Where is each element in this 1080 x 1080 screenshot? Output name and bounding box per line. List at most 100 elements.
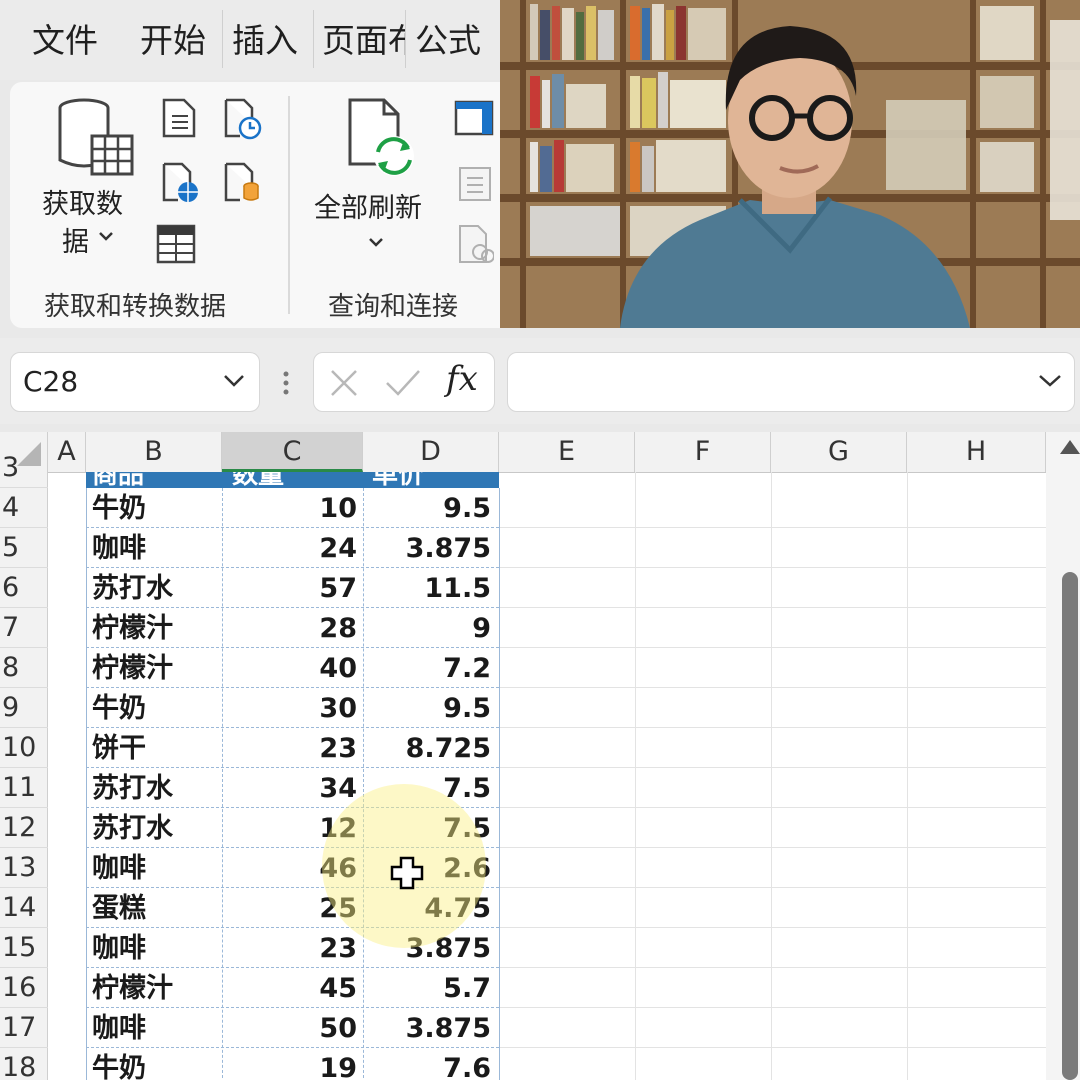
cell-product[interactable]: 牛奶 — [86, 1048, 222, 1080]
row-header[interactable]: 8 — [0, 648, 48, 688]
cell-product[interactable]: 柠檬汁 — [86, 608, 222, 648]
row-header[interactable]: 6 — [0, 568, 48, 608]
formula-input[interactable] — [507, 352, 1075, 412]
queries-connections-pane-icon[interactable] — [454, 100, 494, 142]
cell-qty[interactable]: 50 — [222, 1008, 363, 1048]
row-header[interactable]: 13 — [0, 848, 48, 888]
row-header[interactable]: 3 — [0, 448, 48, 488]
cell-product[interactable]: 苏打水 — [86, 808, 222, 848]
cell-price[interactable]: 5.7 — [363, 968, 499, 1008]
cell-product[interactable]: 牛奶 — [86, 688, 222, 728]
tab-file[interactable]: 文件 — [32, 14, 98, 62]
tab-page-layout[interactable]: 页面布 — [322, 14, 406, 62]
vertical-scrollbar[interactable] — [1046, 432, 1080, 1080]
formula-bar: C28 fx — [0, 338, 1080, 424]
tab-home[interactable]: 开始 — [140, 14, 206, 62]
cell-product[interactable]: 饼干 — [86, 728, 222, 768]
cell-product[interactable]: 咖啡 — [86, 928, 222, 968]
cell-qty[interactable]: 19 — [222, 1048, 363, 1080]
column-header-h[interactable]: H — [907, 432, 1046, 472]
gridline — [771, 472, 772, 1080]
name-box[interactable]: C28 — [10, 352, 260, 412]
cell-price[interactable]: 3.875 — [363, 528, 499, 568]
cell-price[interactable]: 9 — [363, 608, 499, 648]
cell-qty[interactable]: 57 — [222, 568, 363, 608]
cell-product[interactable]: 牛奶 — [86, 488, 222, 528]
cell-price[interactable]: 11.5 — [363, 568, 499, 608]
row-header[interactable]: 17 — [0, 1008, 48, 1048]
gridline — [907, 472, 908, 1080]
table-header-product: 商品 — [92, 472, 145, 488]
chevron-down-icon[interactable] — [368, 234, 384, 253]
cell-product[interactable]: 蛋糕 — [86, 888, 222, 928]
refresh-all-icon[interactable] — [344, 98, 424, 184]
row-header[interactable]: 11 — [0, 768, 48, 808]
from-web-icon[interactable] — [160, 162, 200, 208]
name-box-value: C28 — [23, 365, 79, 398]
expand-formula-chevron-icon[interactable] — [1036, 367, 1064, 393]
cell-qty[interactable]: 28 — [222, 608, 363, 648]
cell-product[interactable]: 柠檬汁 — [86, 968, 222, 1008]
cell-qty[interactable]: 40 — [222, 648, 363, 688]
resize-handle-icon[interactable] — [282, 370, 290, 396]
row-header[interactable]: 14 — [0, 888, 48, 928]
row-header[interactable]: 7 — [0, 608, 48, 648]
row-header[interactable]: 12 — [0, 808, 48, 848]
row-header[interactable]: 5 — [0, 528, 48, 568]
formula-action-box: fx — [313, 352, 495, 412]
refresh-all-label[interactable]: 全部刷新 — [314, 186, 422, 225]
cell-product[interactable]: 咖啡 — [86, 848, 222, 888]
chevron-down-icon[interactable] — [221, 367, 247, 393]
from-table-range-icon[interactable] — [156, 224, 196, 268]
cancel-x-icon[interactable] — [328, 367, 360, 399]
cell-qty[interactable]: 23 — [222, 928, 363, 968]
get-data-label-1[interactable]: 获取数 — [42, 182, 123, 221]
row-header[interactable]: 16 — [0, 968, 48, 1008]
row-header[interactable]: 10 — [0, 728, 48, 768]
cell-price[interactable]: 8.725 — [363, 728, 499, 768]
get-data-label-2[interactable]: 据 — [62, 220, 89, 259]
cell-price[interactable]: 9.5 — [363, 688, 499, 728]
row-header[interactable]: 15 — [0, 928, 48, 968]
cell-price[interactable]: 3.875 — [363, 1008, 499, 1048]
cell-price[interactable]: 9.5 — [363, 488, 499, 528]
spreadsheet-grid[interactable]: A B C D E F G H 3 4 5 6 7 8 9 10 11 12 13 14 15 16 17… — [0, 432, 1080, 1080]
get-data-database-icon[interactable] — [56, 98, 136, 186]
column-header-f[interactable]: F — [635, 432, 771, 472]
cell-price[interactable]: 7.2 — [363, 648, 499, 688]
cell-product[interactable]: 咖啡 — [86, 1008, 222, 1048]
column-header-c[interactable]: C — [222, 432, 363, 472]
cell-qty[interactable]: 10 — [222, 488, 363, 528]
gridline — [499, 1047, 1046, 1048]
column-header-a[interactable]: A — [48, 432, 86, 472]
recent-sources-icon[interactable] — [222, 98, 262, 144]
enter-check-icon[interactable] — [384, 367, 422, 399]
row-header[interactable]: 9 — [0, 688, 48, 728]
scrollbar-thumb[interactable] — [1062, 572, 1078, 1080]
row-header[interactable]: 4 — [0, 488, 48, 528]
column-header-g[interactable]: G — [771, 432, 907, 472]
cell-product[interactable]: 咖啡 — [86, 528, 222, 568]
gridline — [499, 687, 1046, 688]
tab-insert[interactable]: 插入 — [232, 14, 298, 62]
column-header-e[interactable]: E — [499, 432, 635, 472]
cell-product[interactable]: 苏打水 — [86, 768, 222, 808]
cell-qty[interactable]: 34 — [222, 768, 363, 808]
cell-qty[interactable]: 30 — [222, 688, 363, 728]
cell-qty[interactable]: 45 — [222, 968, 363, 1008]
insert-function-button[interactable]: fx — [446, 359, 478, 399]
column-header-d[interactable]: D — [363, 432, 499, 472]
cell-product[interactable]: 柠檬汁 — [86, 648, 222, 688]
cell-product[interactable]: 苏打水 — [86, 568, 222, 608]
row-header[interactable]: 18 — [0, 1048, 48, 1080]
from-text-csv-icon[interactable] — [160, 98, 198, 142]
tab-formulas[interactable]: 公式 — [415, 14, 481, 62]
cell-price[interactable]: 7.6 — [363, 1048, 499, 1080]
cell-qty[interactable]: 23 — [222, 728, 363, 768]
column-header-b[interactable]: B — [86, 432, 222, 472]
chevron-down-icon[interactable] — [98, 228, 114, 247]
existing-connections-icon[interactable] — [222, 162, 262, 208]
cell-qty[interactable]: 24 — [222, 528, 363, 568]
scroll-up-icon[interactable] — [1060, 440, 1080, 454]
gridline — [499, 807, 1046, 808]
